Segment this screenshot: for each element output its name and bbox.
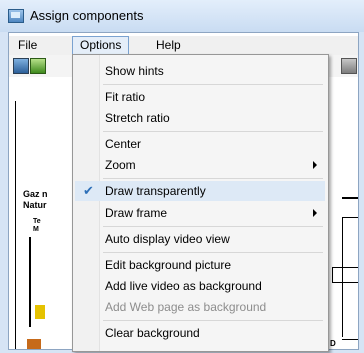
menu-help[interactable]: Help xyxy=(149,37,188,54)
canvas-vertical-line xyxy=(29,237,31,327)
app-icon xyxy=(8,9,24,23)
menu-item-add-web-page-background: Add Web page as background xyxy=(105,300,267,314)
menu-item-draw-transparently[interactable]: ✔ Draw transparently xyxy=(75,181,325,201)
menu-item-zoom[interactable]: Zoom xyxy=(75,155,325,175)
menu-item-auto-display-video-view[interactable]: Auto display video view xyxy=(75,229,325,249)
menu-item-add-live-video-background[interactable]: Add live video as background xyxy=(75,276,325,296)
menu-item-stretch-ratio[interactable]: Stretch ratio xyxy=(75,108,325,128)
menu-separator xyxy=(103,320,323,321)
options-dropdown-menu: Show hints Fit ratio Stretch ratio Cente… xyxy=(72,54,329,352)
menu-options[interactable]: Options xyxy=(72,36,130,55)
menu-separator xyxy=(103,226,323,227)
canvas-label: D xyxy=(330,339,336,348)
toolbar-right-icon[interactable] xyxy=(341,58,357,74)
check-icon: ✔ xyxy=(83,183,94,198)
component-icon[interactable] xyxy=(30,58,46,74)
menu-file[interactable]: File xyxy=(11,37,44,54)
monitor-icon[interactable] xyxy=(13,58,29,74)
canvas-label: M xyxy=(33,226,39,233)
component-icon xyxy=(27,339,41,349)
canvas-line xyxy=(342,339,358,340)
canvas-line xyxy=(342,217,343,337)
canvas-line xyxy=(342,197,358,199)
chevron-right-icon xyxy=(313,209,317,217)
menu-separator xyxy=(103,252,323,253)
chevron-right-icon xyxy=(313,161,317,169)
bulb-icon xyxy=(35,305,45,319)
menu-item-fit-ratio[interactable]: Fit ratio xyxy=(75,87,325,107)
canvas-line xyxy=(342,217,358,218)
menu-item-draw-frame[interactable]: Draw frame xyxy=(75,203,325,223)
canvas-label: Gaz n xyxy=(23,189,48,199)
canvas-line xyxy=(332,267,333,283)
canvas-line xyxy=(332,282,358,283)
canvas-label: Natur xyxy=(23,200,47,210)
canvas-left-border xyxy=(15,101,16,349)
menu-item-center[interactable]: Center xyxy=(75,134,325,154)
menu-separator xyxy=(103,84,323,85)
window-title: Assign components xyxy=(30,8,144,23)
menu-bar: File Options Help xyxy=(9,36,358,55)
menu-separator xyxy=(103,178,323,179)
assign-components-window: Assign components File Options Help Gaz … xyxy=(0,0,364,353)
menu-item-edit-background-picture[interactable]: Edit background picture xyxy=(75,255,325,275)
menu-separator xyxy=(103,131,323,132)
menu-item-show-hints[interactable]: Show hints xyxy=(75,61,325,81)
title-bar[interactable]: Assign components xyxy=(0,0,364,32)
canvas-line xyxy=(332,267,358,268)
menu-item-clear-background[interactable]: Clear background xyxy=(75,323,325,343)
